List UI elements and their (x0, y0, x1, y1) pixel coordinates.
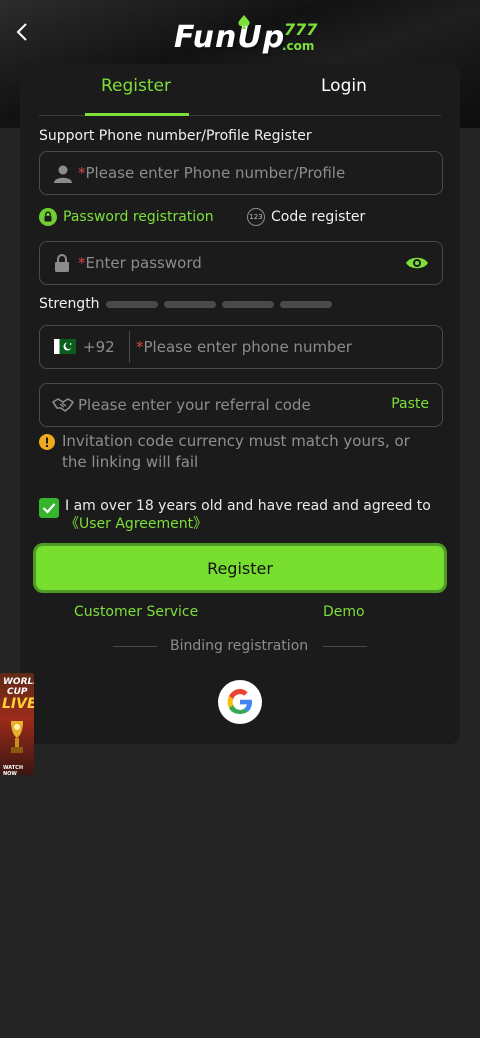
strength-bar-1 (106, 301, 158, 308)
google-signin-button[interactable] (218, 680, 262, 724)
strength-bar-2 (164, 301, 216, 308)
logo-domain: .com (282, 39, 315, 53)
password-input[interactable]: *Enter password (39, 241, 443, 285)
strength-bar-4 (280, 301, 332, 308)
pakistan-flag-icon (54, 339, 76, 354)
phone-profile-input[interactable]: *Please enter Phone number/Profile (39, 151, 443, 195)
promo-line4: WATCH NOW (3, 765, 24, 775)
eye-icon[interactable] (405, 255, 429, 271)
lock-green-icon (39, 208, 57, 226)
handshake-icon (52, 398, 74, 412)
phone-number-field: +92 *Please enter phone number (39, 325, 443, 369)
divider-right (323, 646, 367, 647)
referral-code-input[interactable]: Please enter your referral code Paste (39, 383, 443, 427)
back-icon (16, 23, 27, 41)
field-separator (129, 331, 130, 363)
google-icon (227, 689, 252, 714)
agreement-text: I am over 18 years old and have read and… (65, 498, 431, 532)
logo-main-text: FunUp (174, 20, 286, 55)
logo-number: 777 (284, 20, 318, 39)
tab-login[interactable]: Login (321, 76, 367, 96)
user-agreement-link[interactable]: 《User Agreement》 (65, 516, 207, 532)
promo-line1: WORLD (3, 677, 34, 687)
register-button[interactable]: Register (33, 543, 447, 593)
referral-placeholder: Please enter your referral code (78, 396, 311, 414)
notice-text: Invitation code currency must match your… (62, 432, 410, 471)
tab-register[interactable]: Register (101, 76, 171, 96)
support-label: Support Phone number/Profile Register (39, 128, 312, 144)
register-card: Register Login Support Phone number/Prof… (20, 64, 460, 744)
check-icon (42, 503, 56, 514)
back-button[interactable] (8, 18, 36, 46)
strength-label: Strength (39, 296, 100, 312)
divider-left (113, 646, 157, 647)
password-placeholder: *Enter password (78, 254, 202, 272)
customer-service-link[interactable]: Customer Service (74, 604, 198, 620)
password-registration-option[interactable]: Password registration (39, 208, 214, 226)
binding-divider: Binding registration (20, 638, 460, 656)
code-123-icon: 123 (247, 208, 265, 226)
binding-label: Binding registration (170, 638, 309, 654)
promo-line3: LIVE (2, 696, 34, 712)
trophy-icon (11, 721, 23, 753)
lock-icon (55, 254, 69, 272)
phone-number-input[interactable]: *Please enter phone number (136, 338, 352, 356)
password-registration-label: Password registration (63, 209, 214, 225)
warning-icon (39, 434, 55, 450)
brand-logo: FunUp 777 .com (166, 12, 318, 56)
demo-link[interactable]: Demo (323, 604, 365, 620)
world-cup-live-promo[interactable]: WORLD CUP LIVE WATCH NOW (0, 673, 34, 775)
paste-button[interactable]: Paste (391, 396, 429, 412)
active-tab-indicator (85, 113, 189, 116)
country-selector[interactable]: +92 (40, 326, 130, 368)
user-icon (54, 165, 72, 183)
phone-profile-placeholder: *Please enter Phone number/Profile (78, 164, 346, 182)
code-register-label: Code register (271, 209, 366, 225)
agreement-checkbox[interactable] (39, 498, 59, 518)
strength-bar-3 (222, 301, 274, 308)
spade-icon (238, 15, 250, 29)
code-register-option[interactable]: 123 Code register (247, 208, 365, 226)
auth-tabs: Register Login (39, 64, 441, 116)
country-code: +92 (83, 338, 115, 356)
